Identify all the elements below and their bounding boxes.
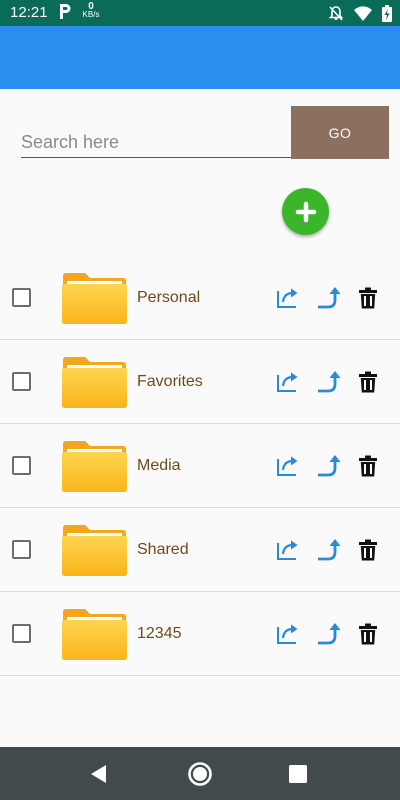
plus-icon <box>295 201 316 222</box>
recents-icon[interactable] <box>289 765 307 783</box>
status-bar: 12:21 0 KB/s <box>0 0 400 26</box>
add-folder-button[interactable] <box>282 188 329 235</box>
network-speed-unit: KB/s <box>82 10 100 19</box>
status-icons <box>328 4 392 22</box>
search-input[interactable] <box>21 128 291 158</box>
folder-icon <box>62 441 127 492</box>
folder-checkbox[interactable] <box>12 372 31 391</box>
folder-name: Personal <box>137 289 201 306</box>
folder-checkbox[interactable] <box>12 288 31 307</box>
folder-name: Shared <box>137 541 189 558</box>
folder-icon <box>62 273 127 324</box>
home-icon[interactable] <box>187 761 213 787</box>
folder-checkbox[interactable] <box>12 456 31 475</box>
folder-icon <box>62 609 127 660</box>
forward-arrow-icon[interactable] <box>316 285 342 311</box>
network-speed: 0 KB/s <box>81 2 101 19</box>
battery-charging-icon <box>382 4 392 22</box>
share-icon[interactable] <box>276 621 300 645</box>
trash-icon[interactable] <box>359 287 377 309</box>
app-bar <box>0 26 400 89</box>
share-icon[interactable] <box>276 453 300 477</box>
folder-name: Favorites <box>137 373 203 390</box>
trash-icon[interactable] <box>359 539 377 561</box>
folder-checkbox[interactable] <box>12 540 31 559</box>
forward-arrow-icon[interactable] <box>316 621 342 647</box>
parking-app-icon <box>60 4 71 19</box>
status-time: 12:21 <box>10 4 48 21</box>
notifications-off-icon <box>328 5 344 21</box>
share-icon[interactable] <box>276 537 300 561</box>
folder-row[interactable]: 12345 <box>0 592 400 676</box>
folder-checkbox[interactable] <box>12 624 31 643</box>
trash-icon[interactable] <box>359 455 377 477</box>
trash-icon[interactable] <box>359 371 377 393</box>
forward-arrow-icon[interactable] <box>316 369 342 395</box>
navigation-bar <box>0 747 400 800</box>
wifi-icon <box>354 5 372 21</box>
folder-row[interactable]: Favorites <box>0 340 400 424</box>
folder-icon <box>62 357 127 408</box>
folder-name: 12345 <box>137 625 182 642</box>
back-icon[interactable] <box>90 764 110 784</box>
folder-row[interactable]: Personal <box>0 256 400 340</box>
trash-icon[interactable] <box>359 623 377 645</box>
go-button[interactable]: GO <box>291 106 389 159</box>
folder-list: Personal Favorites Media Shared 12345 <box>0 256 400 676</box>
forward-arrow-icon[interactable] <box>316 537 342 563</box>
share-icon[interactable] <box>276 369 300 393</box>
share-icon[interactable] <box>276 285 300 309</box>
folder-icon <box>62 525 127 576</box>
forward-arrow-icon[interactable] <box>316 453 342 479</box>
folder-row[interactable]: Shared <box>0 508 400 592</box>
folder-name: Media <box>137 457 181 474</box>
folder-row[interactable]: Media <box>0 424 400 508</box>
